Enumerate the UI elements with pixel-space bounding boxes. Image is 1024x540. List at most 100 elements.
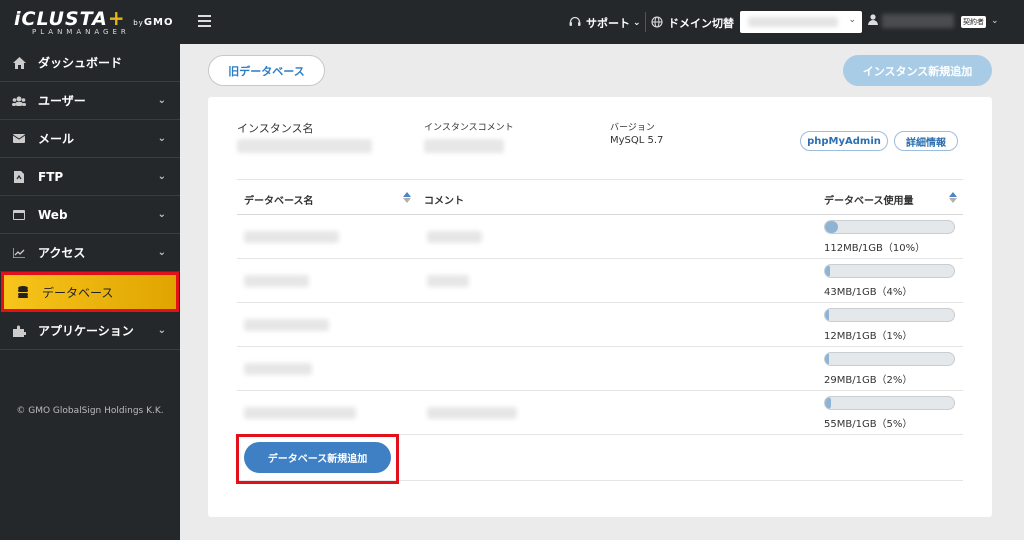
domain-select[interactable]: ⌄ bbox=[740, 11, 862, 33]
sidebar: iCLUSTA+ byGMO PLANMANAGER ダッシュボード ユーザー … bbox=[0, 0, 180, 540]
file-icon bbox=[12, 170, 26, 184]
old-database-button[interactable]: 旧データベース bbox=[208, 55, 325, 86]
user-name[interactable] bbox=[882, 14, 954, 28]
table-row[interactable]: 55MB/1GB（5%） bbox=[237, 391, 963, 435]
puzzle-icon bbox=[12, 324, 26, 338]
headset-icon bbox=[569, 16, 581, 31]
column-header-usage: データベース使用量 bbox=[824, 196, 914, 207]
instance-name-label: インスタンス名 bbox=[237, 122, 314, 135]
usage-bar-fill bbox=[825, 397, 832, 409]
sort-icon[interactable] bbox=[403, 192, 411, 204]
usage-bar-fill bbox=[825, 353, 829, 365]
usage-bar-fill bbox=[825, 265, 831, 277]
sidebar-item-dashboard[interactable]: ダッシュボード bbox=[0, 44, 180, 82]
sidebar-item-label: ユーザー bbox=[38, 94, 86, 108]
table-row[interactable]: 112MB/1GB（10%） bbox=[237, 215, 963, 259]
table-row[interactable]: 12MB/1GB（1%） bbox=[237, 303, 963, 347]
usage-text: 43MB/1GB（4%） bbox=[824, 287, 913, 298]
sidebar-item-ftp[interactable]: FTP ⌄ bbox=[0, 158, 180, 196]
usage-text: 112MB/1GB（10%） bbox=[824, 243, 926, 254]
database-name-cell bbox=[244, 363, 312, 375]
database-name-cell bbox=[244, 275, 309, 287]
divider bbox=[645, 12, 646, 32]
highlight-box bbox=[236, 434, 399, 484]
sidebar-item-label: FTP bbox=[38, 169, 64, 184]
instance-comment-label: インスタンスコメント bbox=[424, 123, 514, 133]
globe-icon bbox=[651, 15, 663, 31]
menu-toggle-icon[interactable] bbox=[198, 15, 211, 27]
usage-bar bbox=[824, 264, 955, 278]
instance-name-value bbox=[237, 139, 372, 153]
user-icon bbox=[868, 14, 878, 28]
role-badge: 契約者 bbox=[961, 16, 986, 28]
usage-bar-fill bbox=[825, 309, 829, 321]
domain-switch-label-group: ドメイン切替 bbox=[651, 15, 734, 31]
table-header: データベース名 コメント データベース使用量 bbox=[237, 179, 963, 215]
chevron-down-icon: ⌄ bbox=[157, 171, 166, 182]
comment-cell bbox=[427, 275, 469, 287]
sidebar-item-database[interactable]: データベース bbox=[1, 272, 179, 312]
comment-cell bbox=[427, 407, 517, 419]
instance-comment-value bbox=[424, 139, 504, 153]
database-icon bbox=[16, 285, 30, 299]
column-header-name: データベース名 bbox=[244, 196, 314, 207]
usage-bar bbox=[824, 220, 955, 234]
database-name-cell bbox=[244, 231, 339, 243]
users-icon bbox=[12, 94, 26, 108]
chevron-down-icon: ⌄ bbox=[157, 95, 166, 106]
sidebar-item-mail[interactable]: メール ⌄ bbox=[0, 120, 180, 158]
chevron-down-icon: ⌄ bbox=[848, 15, 856, 25]
sort-icon[interactable] bbox=[949, 192, 957, 204]
sidebar-item-label: アプリケーション bbox=[38, 324, 134, 338]
chart-icon bbox=[12, 246, 26, 260]
sidebar-item-web[interactable]: Web ⌄ bbox=[0, 196, 180, 234]
table-row[interactable]: 29MB/1GB（2%） bbox=[237, 347, 963, 391]
usage-text: 12MB/1GB（1%） bbox=[824, 331, 913, 342]
logo-main: iCLUSTA bbox=[14, 8, 108, 30]
domain-select-value bbox=[748, 17, 838, 27]
chevron-down-icon: ⌄ bbox=[157, 325, 166, 336]
table-row[interactable]: 43MB/1GB（4%） bbox=[237, 259, 963, 303]
support-menu[interactable]: サポート ⌄ bbox=[569, 15, 641, 31]
logo[interactable]: iCLUSTA+ byGMO PLANMANAGER bbox=[0, 0, 180, 44]
domain-switch-label: ドメイン切替 bbox=[668, 17, 734, 30]
chevron-down-icon: ⌄ bbox=[157, 209, 166, 220]
usage-bar bbox=[824, 352, 955, 366]
mail-icon bbox=[12, 132, 26, 146]
sidebar-item-label: ダッシュボード bbox=[38, 56, 123, 70]
sidebar-item-label: アクセス bbox=[38, 246, 86, 260]
chevron-down-icon: ⌄ bbox=[633, 18, 641, 28]
sidebar-item-applications[interactable]: アプリケーション ⌄ bbox=[0, 312, 180, 350]
usage-bar bbox=[824, 396, 955, 410]
top-bar: サポート ⌄ ドメイン切替 ⌄ 契約者 ⌄ bbox=[180, 0, 1024, 44]
comment-cell bbox=[427, 231, 482, 243]
logo-gmo: GMO bbox=[143, 17, 174, 28]
usage-text: 55MB/1GB（5%） bbox=[824, 419, 913, 430]
sidebar-item-users[interactable]: ユーザー ⌄ bbox=[0, 82, 180, 120]
version-value: MySQL 5.7 bbox=[610, 135, 664, 146]
support-label: サポート bbox=[586, 17, 630, 30]
version-label: バージョン bbox=[610, 123, 655, 133]
sidebar-item-access[interactable]: アクセス ⌄ bbox=[0, 234, 180, 272]
sidebar-item-label: データベース bbox=[42, 285, 114, 300]
chevron-down-icon: ⌄ bbox=[157, 247, 166, 258]
chevron-down-icon[interactable]: ⌄ bbox=[991, 16, 999, 26]
usage-bar-fill bbox=[825, 221, 838, 233]
logo-text: iCLUSTA+ byGMO bbox=[14, 6, 180, 30]
logo-plus: + bbox=[107, 6, 126, 30]
usage-text: 29MB/1GB（2%） bbox=[824, 375, 913, 386]
usage-bar bbox=[824, 308, 955, 322]
phpmyadmin-button[interactable]: phpMyAdmin bbox=[800, 131, 888, 151]
database-name-cell bbox=[244, 407, 356, 419]
home-icon bbox=[12, 56, 26, 70]
column-header-comment: コメント bbox=[424, 196, 464, 207]
sidebar-item-label: Web bbox=[38, 207, 68, 222]
details-button[interactable]: 詳細情報 bbox=[894, 131, 958, 151]
copyright-text: © GMO GlobalSign Holdings K.K. bbox=[16, 406, 164, 416]
add-instance-button[interactable]: インスタンス新規追加 bbox=[843, 55, 992, 86]
chevron-down-icon: ⌄ bbox=[157, 133, 166, 144]
database-name-cell bbox=[244, 319, 329, 331]
window-icon bbox=[12, 208, 26, 222]
sidebar-item-label: メール bbox=[38, 132, 75, 146]
logo-by: by bbox=[133, 19, 144, 27]
